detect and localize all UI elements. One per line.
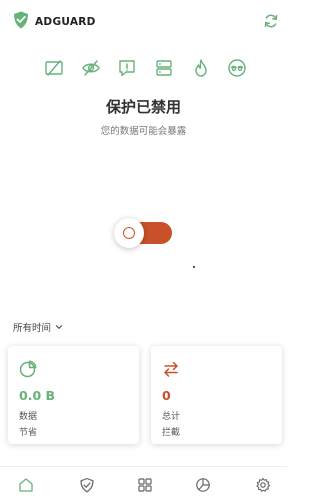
data-saved-label-line2: 节省 bbox=[19, 428, 38, 438]
total-blocked-value: 0 bbox=[162, 388, 171, 403]
tab-settings[interactable] bbox=[255, 477, 271, 493]
tracking-protection-icon[interactable] bbox=[80, 57, 102, 79]
shield-icon bbox=[80, 477, 94, 493]
dns-protection-icon[interactable] bbox=[153, 57, 175, 79]
data-saved-value: 0.0 B bbox=[19, 388, 56, 403]
data-saved-label-line1: 数据 bbox=[19, 412, 38, 422]
firewall-icon[interactable] bbox=[190, 57, 212, 79]
tab-protection[interactable] bbox=[79, 477, 95, 493]
period-selector[interactable]: 所有时间 bbox=[13, 320, 63, 334]
refresh-icon[interactable] bbox=[263, 13, 279, 29]
period-label: 所有时间 bbox=[13, 323, 52, 334]
protection-modules-bar bbox=[0, 57, 287, 81]
chevron-down-icon bbox=[55, 325, 63, 330]
bottom-navigation bbox=[0, 466, 287, 500]
shield-check-icon bbox=[13, 11, 29, 33]
ad-blocking-icon[interactable] bbox=[43, 57, 65, 79]
brand-name: ADGUARD bbox=[35, 16, 96, 28]
protection-status-subtitle: 您的数据可能会暴露 bbox=[100, 126, 187, 137]
tab-statistics[interactable] bbox=[195, 477, 211, 493]
total-blocked-card[interactable]: 0 总计 拦截 bbox=[151, 346, 282, 444]
brand-logo: ADGUARD bbox=[13, 11, 96, 33]
decorative-dot bbox=[193, 266, 195, 268]
app-header: ADGUARD bbox=[0, 0, 287, 40]
protection-status-title: 保护已禁用 bbox=[105, 98, 181, 116]
statistics-icon bbox=[196, 478, 210, 492]
home-icon bbox=[19, 478, 33, 492]
total-blocked-label-line1: 总计 bbox=[162, 412, 181, 422]
swap-arrows-icon bbox=[164, 361, 178, 377]
gear-icon bbox=[256, 477, 271, 492]
pie-chart-icon bbox=[19, 360, 37, 378]
protection-toggle[interactable] bbox=[114, 218, 174, 248]
total-blocked-label-line2: 拦截 bbox=[162, 428, 181, 438]
tab-home[interactable] bbox=[18, 477, 34, 493]
stealth-mode-icon[interactable] bbox=[226, 57, 248, 79]
toggle-knob bbox=[114, 218, 144, 248]
data-saved-card[interactable]: 0.0 B 数据 节省 bbox=[8, 346, 139, 444]
apps-grid-icon bbox=[138, 478, 152, 492]
tab-apps[interactable] bbox=[137, 477, 153, 493]
power-off-icon bbox=[123, 227, 135, 239]
annoyance-blocking-icon[interactable] bbox=[116, 57, 138, 79]
